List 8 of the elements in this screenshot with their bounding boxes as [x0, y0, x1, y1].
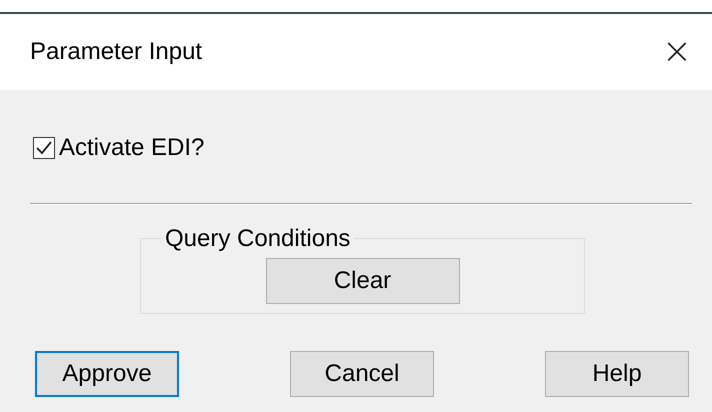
checkbox-label: Activate EDI? — [59, 134, 204, 162]
clear-button[interactable]: Clear — [266, 258, 460, 304]
dialog-button[interactable]: Approve — [35, 351, 179, 397]
dialog-button[interactable]: Help — [545, 351, 689, 397]
dialog-button[interactable]: Cancel — [290, 351, 434, 397]
close-button[interactable]: × — [656, 34, 698, 70]
checkbox[interactable] — [33, 137, 55, 159]
window-title: Parameter Input — [30, 38, 202, 66]
